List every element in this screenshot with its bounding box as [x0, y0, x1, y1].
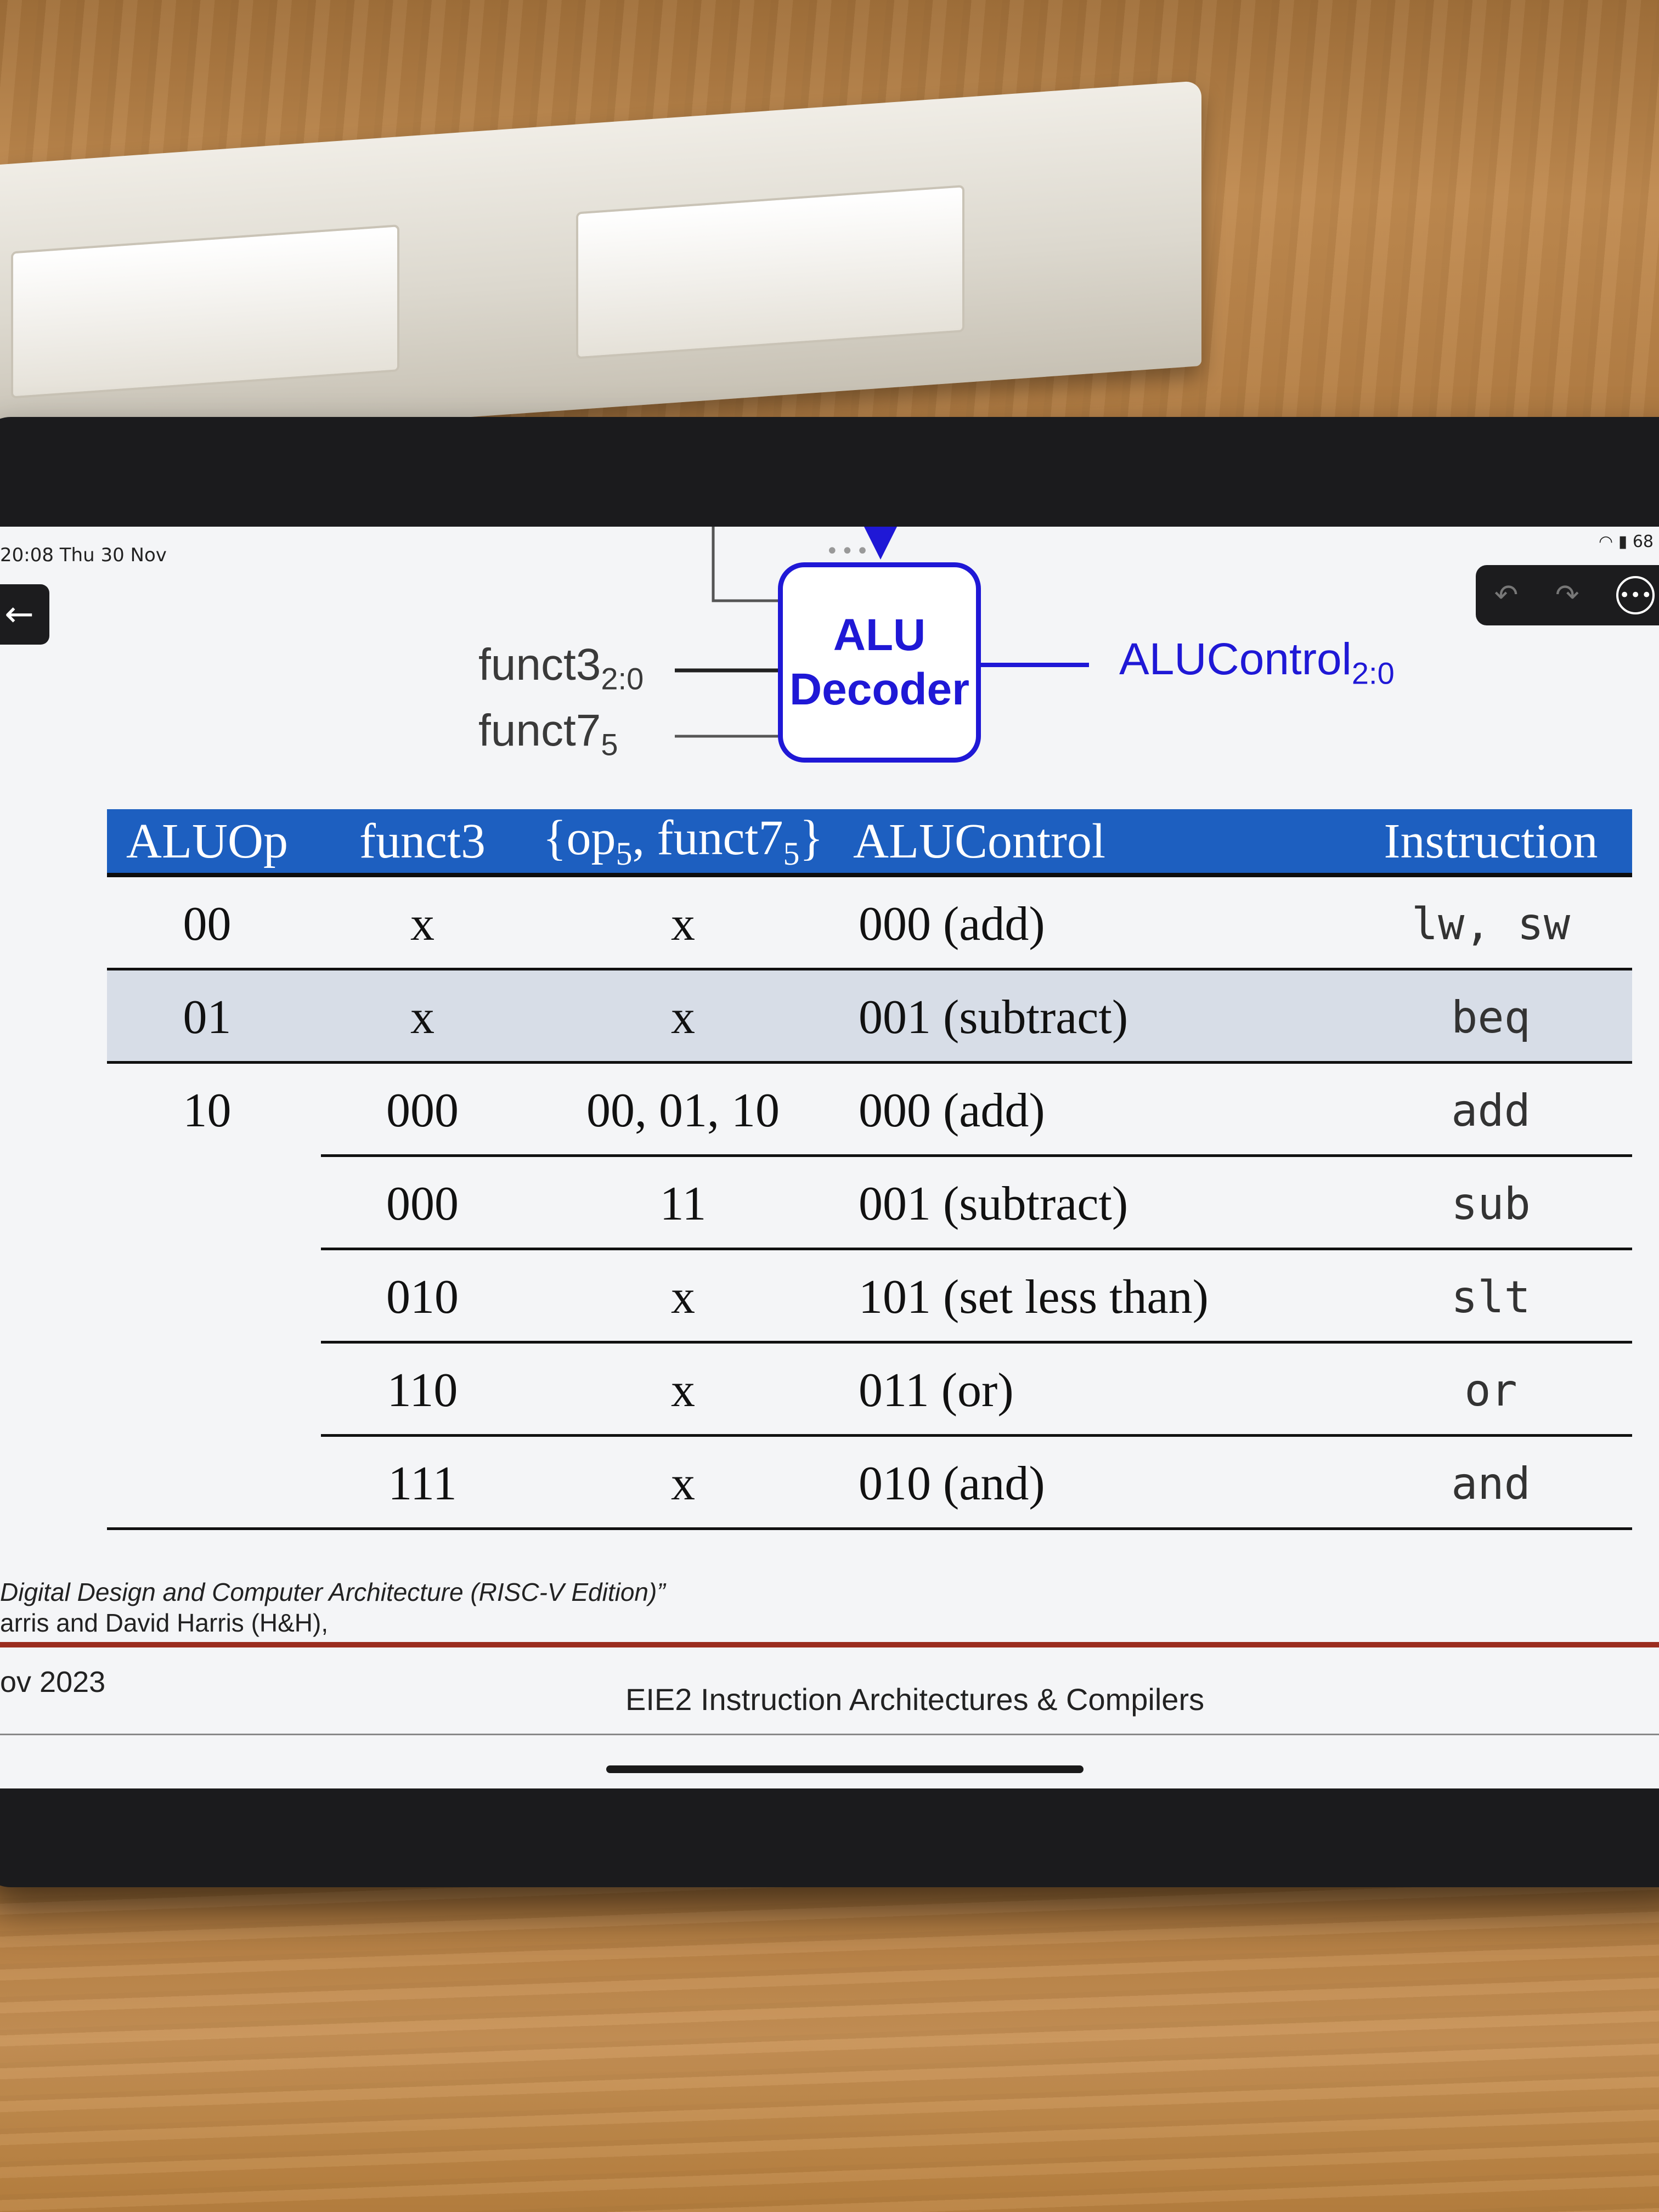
- course-title: EIE2 Instruction Architectures & Compile…: [625, 1682, 1205, 1717]
- table-row: 10 000 00, 01, 10 000 (add) add: [107, 1064, 1632, 1157]
- table-row: 110 x 011 (or) or: [107, 1344, 1632, 1437]
- footer-bottom-rule: [0, 1734, 1659, 1735]
- header-instruction: Instruction: [1384, 814, 1598, 868]
- table-bottom-rule: [107, 1527, 1632, 1530]
- aluop-input-wire: [712, 527, 778, 602]
- socket-switch-right: [576, 185, 964, 359]
- alu-decoder-truth-table: ALUOp funct3 {op5, funct75} ALUControl I…: [107, 809, 1632, 1530]
- alu-decoder-block: ALU Decoder: [778, 562, 981, 763]
- table-row: 010 x 101 (set less than) slt: [107, 1250, 1632, 1344]
- alu-decoder-diagram: funct32:0 funct75 ALU Decoder ALUControl…: [0, 527, 1659, 801]
- alu-decoder-line2: Decoder: [789, 664, 970, 714]
- table-header: ALUOp funct3 {op5, funct75} ALUControl I…: [107, 809, 1632, 877]
- socket-switch-left: [11, 224, 399, 399]
- aluop-arrow-icon: [864, 527, 897, 560]
- funct3-label: funct32:0: [478, 640, 644, 696]
- header-aluop: ALUOp: [126, 814, 288, 868]
- home-indicator[interactable]: [606, 1765, 1084, 1773]
- alucontrol-output-label: ALUControl2:0: [1119, 634, 1395, 691]
- citation-title: Digital Design and Computer Architecture…: [0, 1578, 665, 1606]
- table-row: 000 11 001 (subtract) sub: [107, 1157, 1632, 1250]
- wooden-desk-background: [0, 1865, 1659, 2212]
- funct7-label: funct75: [478, 706, 618, 762]
- header-alucontrol: ALUControl: [853, 814, 1105, 868]
- alu-decoder-line1: ALU: [833, 610, 926, 661]
- citation-authors: arris and David Harris (H&H),: [0, 1609, 329, 1637]
- tablet-screen: 20:08 Thu 30 Nov ••• ◠ ▮ 68 ← ↶ ↷ ••• fu…: [0, 527, 1659, 1788]
- header-funct3: funct3: [359, 814, 486, 868]
- header-op-funct7: {op5, funct75}: [543, 810, 823, 872]
- table-row: 00 x x 000 (add) lw, sw: [107, 877, 1632, 970]
- footer-divider: [0, 1642, 1659, 1647]
- table-row: 111 x 010 (and) and: [107, 1437, 1632, 1530]
- table-row: 01 x x 001 (subtract) beq: [107, 970, 1632, 1064]
- slide-date: ov 2023: [0, 1666, 106, 1699]
